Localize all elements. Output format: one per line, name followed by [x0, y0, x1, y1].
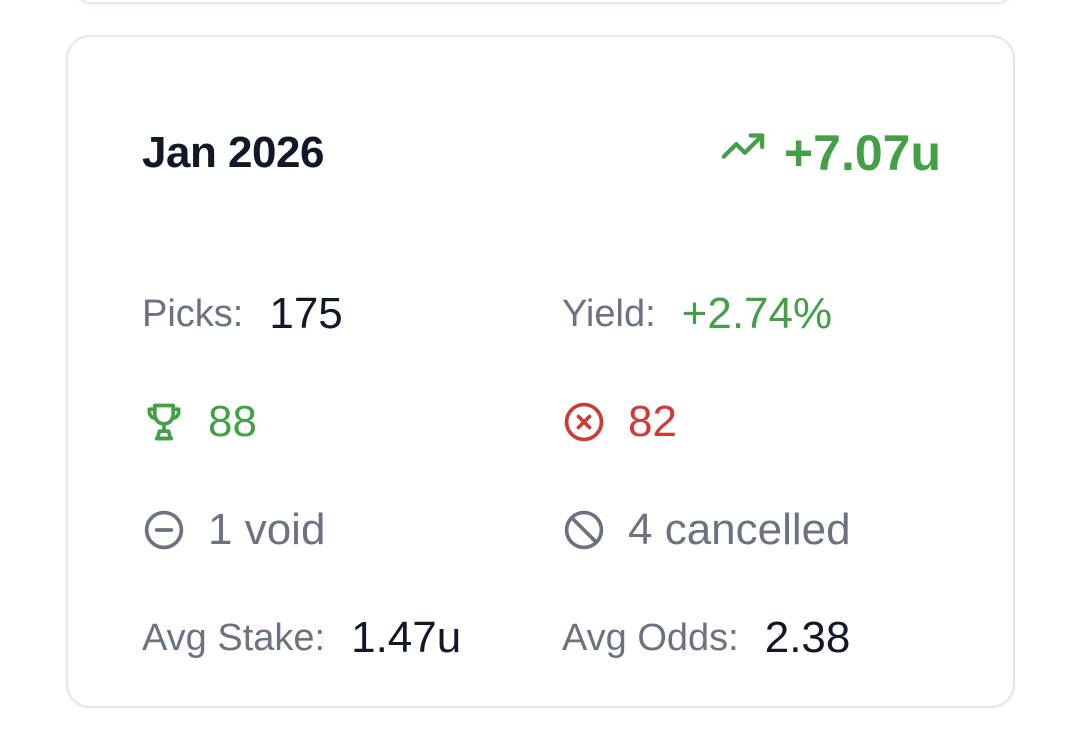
- avg-odds-stat: Avg Odds: 2.38: [562, 613, 850, 663]
- avg-odds-value: 2.38: [764, 613, 851, 662]
- void-count: 1 void: [208, 505, 326, 554]
- ban-icon: [562, 508, 606, 552]
- avg-odds-label: Avg Odds:: [562, 617, 739, 659]
- page: Jan 2026 +7.07u Picks: 175 Yield: +2.74%: [0, 0, 1075, 736]
- trophy-icon: [142, 400, 186, 444]
- avg-stake-stat: Avg Stake: 1.47u: [142, 613, 461, 663]
- picks-stat: Picks: 175: [142, 289, 343, 339]
- month-title: Jan 2026: [142, 128, 324, 177]
- profit-value: +7.07u: [783, 125, 941, 181]
- yield-label: Yield:: [562, 293, 656, 335]
- trending-up-icon: [720, 123, 766, 183]
- losses-count: 82: [628, 397, 677, 446]
- void-stat: 1 void: [142, 505, 325, 555]
- wins-stat: 88: [142, 397, 257, 447]
- avg-stake-value: 1.47u: [351, 613, 462, 662]
- cancelled-count: 4 cancelled: [628, 505, 851, 554]
- x-circle-icon: [562, 400, 606, 444]
- avg-stake-label: Avg Stake:: [142, 617, 326, 659]
- previous-month-card[interactable]: [78, 0, 1010, 4]
- minus-circle-icon: [142, 508, 186, 552]
- picks-value: 175: [269, 289, 343, 338]
- profit-summary: +7.07u: [720, 123, 941, 183]
- picks-label: Picks:: [142, 293, 244, 335]
- losses-stat: 82: [562, 397, 677, 447]
- yield-value: +2.74%: [681, 289, 833, 338]
- month-summary-card[interactable]: Jan 2026 +7.07u Picks: 175 Yield: +2.74%: [66, 35, 1015, 708]
- yield-stat: Yield: +2.74%: [562, 289, 832, 339]
- cancelled-stat: 4 cancelled: [562, 505, 851, 555]
- wins-count: 88: [208, 397, 257, 446]
